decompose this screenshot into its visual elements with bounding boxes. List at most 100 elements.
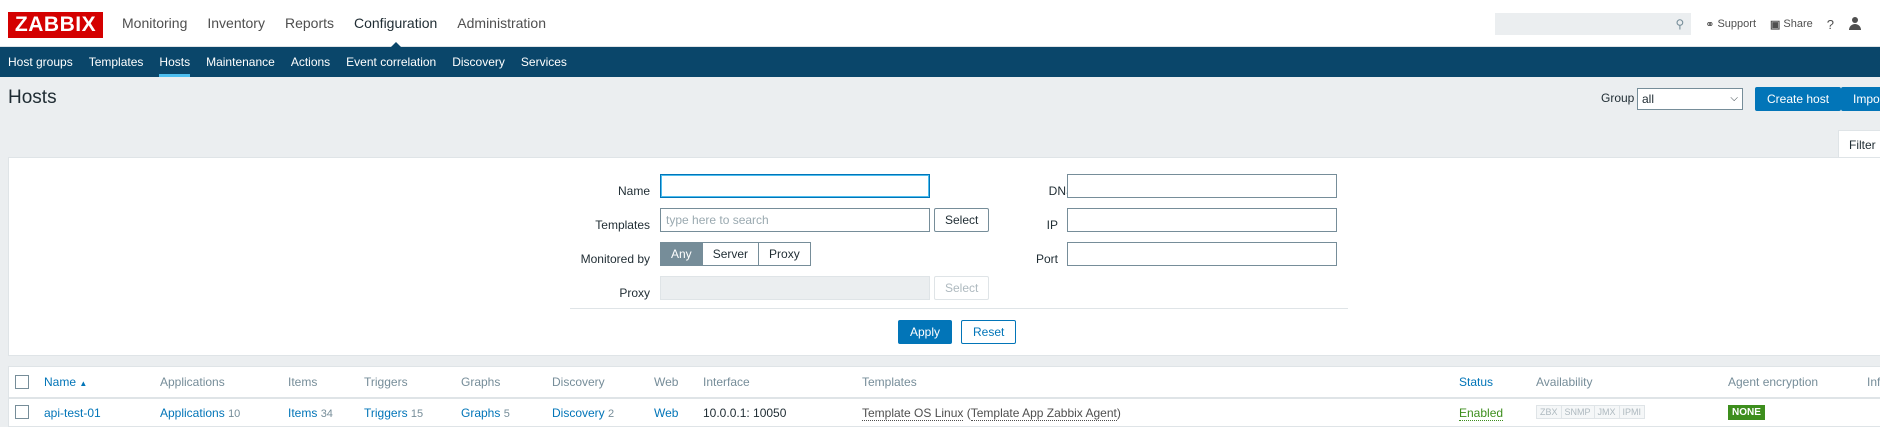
- group-select[interactable]: all ⌵: [1637, 88, 1743, 110]
- group-select-value: all: [1642, 92, 1655, 106]
- triggers-cell: Triggers 15: [364, 406, 423, 420]
- filter-tab[interactable]: Filter: [1838, 130, 1880, 158]
- status-toggle[interactable]: Enabled: [1459, 406, 1504, 421]
- import-button[interactable]: Import: [1841, 87, 1880, 111]
- main-menu: Monitoring Inventory Reports Configurati…: [112, 0, 556, 48]
- col-name-header[interactable]: Name ▲: [44, 375, 87, 389]
- encryption-badge: NONE: [1728, 405, 1765, 420]
- col-items-header: Items: [288, 375, 318, 389]
- menu-inventory[interactable]: Inventory: [197, 0, 275, 47]
- submenu-discovery[interactable]: Discovery: [444, 47, 513, 77]
- filter-name-label: Name: [617, 184, 650, 198]
- templates-select-button[interactable]: Select: [934, 208, 990, 232]
- select-all-checkbox[interactable]: [15, 375, 29, 389]
- filter-proxy-label: Proxy: [619, 286, 650, 300]
- web-link[interactable]: Web: [654, 406, 678, 420]
- monitored-proxy-option[interactable]: Proxy: [758, 242, 811, 266]
- search-icon[interactable]: ⚲: [1675, 17, 1684, 31]
- group-label: Group: [1601, 91, 1635, 105]
- share-label: Share: [1783, 18, 1813, 30]
- filter-proxy-input: [660, 276, 930, 300]
- discovery-link[interactable]: Discovery: [552, 406, 605, 420]
- user-profile-icon[interactable]: [1848, 17, 1862, 31]
- sub-menu: Host groups Templates Hosts Maintenance …: [0, 47, 1880, 77]
- support-label: Support: [1717, 18, 1756, 30]
- menu-reports[interactable]: Reports: [275, 0, 344, 47]
- snmp-badge: SNMP: [1560, 405, 1595, 419]
- templates-cell: Template OS Linux (Template App Zabbix A…: [862, 406, 1121, 421]
- filter-dns-label: DNS: [1048, 184, 1074, 198]
- submenu-event-correlation[interactable]: Event correlation: [338, 47, 444, 77]
- col-interface-header: Interface: [703, 375, 750, 389]
- template-link[interactable]: Template OS Linux: [862, 406, 964, 421]
- sort-asc-icon: ▲: [79, 379, 88, 388]
- discovery-cell: Discovery 2: [552, 406, 614, 420]
- col-triggers-header: Triggers: [364, 375, 408, 389]
- filter-templates-label: Templates: [595, 218, 650, 232]
- filter-ip-label: IP: [1046, 218, 1058, 232]
- col-templates-header: Templates: [862, 375, 917, 389]
- jmx-badge: JMX: [1593, 405, 1620, 419]
- items-count: 34: [320, 408, 333, 420]
- status-cell: Enabled: [1459, 406, 1504, 421]
- chevron-down-icon: ⌵: [1730, 93, 1738, 104]
- share-link[interactable]: ▣ Share: [1770, 18, 1813, 31]
- submenu-maintenance[interactable]: Maintenance: [198, 47, 283, 77]
- filter-port-label: Port: [1035, 252, 1058, 266]
- monitored-any-option[interactable]: Any: [660, 242, 703, 266]
- reset-button[interactable]: Reset: [961, 320, 1017, 344]
- col-info-header: Info: [1867, 375, 1880, 389]
- hosts-table: Name ▲ Applications Items Triggers Graph…: [8, 366, 1880, 427]
- zabbix-logo[interactable]: ZABBIX: [8, 12, 103, 38]
- page-header: Hosts Group all ⌵ Create host Import: [0, 77, 1880, 119]
- monitored-by-radio: Any Server Proxy: [660, 242, 811, 266]
- filter-name-input[interactable]: [660, 174, 930, 198]
- graphs-link[interactable]: Graphs: [461, 406, 500, 420]
- col-web-header: Web: [654, 375, 679, 389]
- help-icon[interactable]: ?: [1827, 17, 1834, 32]
- filter-divider: [570, 308, 1348, 309]
- items-cell: Items 34: [288, 406, 333, 420]
- col-name-label: Name: [44, 375, 77, 389]
- submenu-hosts[interactable]: Hosts: [151, 47, 198, 77]
- discovery-count: 2: [608, 408, 615, 420]
- create-host-button[interactable]: Create host: [1755, 87, 1842, 111]
- submenu-actions[interactable]: Actions: [283, 47, 338, 77]
- applications-cell: Applications 10: [160, 406, 240, 420]
- filter-monitored-label: Monitored by: [580, 252, 650, 266]
- nested-template-link[interactable]: Template App Zabbix Agent: [970, 406, 1117, 421]
- graphs-cell: Graphs 5: [461, 406, 510, 420]
- proxy-select-button: Select: [934, 276, 990, 300]
- top-header: ZABBIX Monitoring Inventory Reports Conf…: [0, 0, 1880, 48]
- zbx-badge: ZBX: [1536, 405, 1562, 419]
- submenu-templates[interactable]: Templates: [81, 47, 152, 77]
- submenu-services[interactable]: Services: [513, 47, 575, 77]
- filter-port-input[interactable]: [1067, 242, 1337, 266]
- triggers-link[interactable]: Triggers: [364, 406, 408, 420]
- share-z-icon: ▣: [1770, 18, 1781, 31]
- col-status-header[interactable]: Status: [1459, 375, 1493, 389]
- filter-templates-input[interactable]: type here to search: [660, 208, 930, 232]
- row-checkbox[interactable]: [15, 405, 29, 419]
- items-link[interactable]: Items: [288, 406, 317, 420]
- filter-ip-input[interactable]: [1067, 208, 1337, 232]
- ipmi-badge: IPMI: [1618, 405, 1646, 419]
- applications-count: 10: [228, 408, 241, 420]
- triggers-count: 15: [410, 408, 424, 420]
- template-paren-close: ): [1116, 406, 1121, 420]
- host-name-link[interactable]: api-test-01: [44, 406, 101, 420]
- filter-dns-input[interactable]: [1067, 174, 1337, 198]
- menu-configuration[interactable]: Configuration: [344, 0, 447, 48]
- col-availability-header: Availability: [1536, 375, 1593, 389]
- submenu-host-groups[interactable]: Host groups: [0, 47, 81, 77]
- apply-button[interactable]: Apply: [898, 320, 953, 344]
- global-search-input[interactable]: ⚲: [1495, 13, 1692, 35]
- col-discovery-header: Discovery: [552, 375, 605, 389]
- menu-monitoring[interactable]: Monitoring: [112, 0, 197, 47]
- support-link[interactable]: ⚭ Support: [1705, 18, 1756, 31]
- applications-link[interactable]: Applications: [160, 406, 225, 420]
- header-divider: [9, 397, 1880, 399]
- availability-badges: ZBX SNMP JMX IPMI: [1536, 405, 1646, 419]
- menu-administration[interactable]: Administration: [447, 0, 556, 47]
- monitored-server-option[interactable]: Server: [701, 242, 760, 266]
